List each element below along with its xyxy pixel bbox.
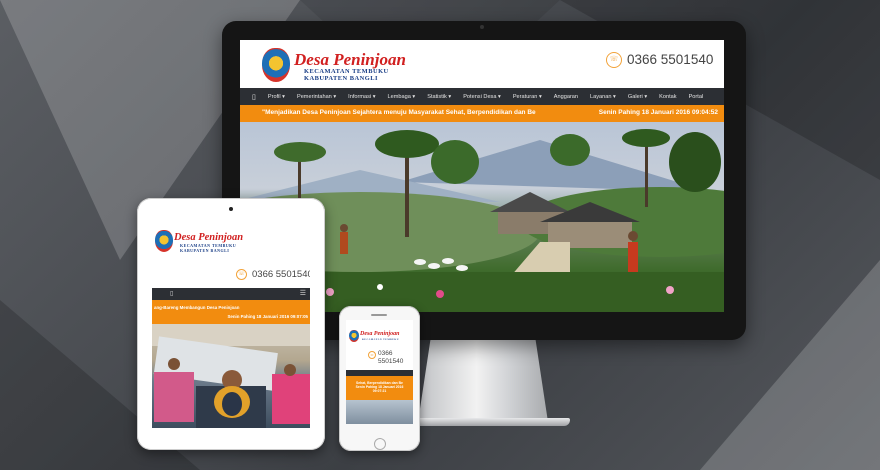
tablet-subtitle-regency: KABUPATEN BANGLI xyxy=(180,248,230,253)
nav-item-profil[interactable]: Profil ▾ xyxy=(262,94,291,100)
nav-item-pemerintahan[interactable]: Pemerintahan ▾ xyxy=(291,94,342,100)
phone-subtitle-district: KECAMATAN TEMBUKU xyxy=(362,338,399,341)
tablet-phone-number: 0366 5501540 xyxy=(252,269,310,281)
phone-emblem-icon[interactable] xyxy=(349,330,359,342)
phone-contact-icon: ☏ xyxy=(368,351,376,359)
tablet-nav-home-icon[interactable]: ▯ xyxy=(170,290,173,297)
tablet-emblem-icon[interactable] xyxy=(155,230,173,252)
tablet-site-title[interactable]: Desa Peninjoan xyxy=(174,232,243,243)
tablet-news-ticker: ang-Bareng Membangun Desa Peninjoan Seni… xyxy=(152,300,310,324)
tablet-camera xyxy=(229,207,233,211)
main-navigation: ▯ Profil ▾ Pemerintahan ▾ Informasi ▾ Le… xyxy=(240,88,724,105)
monitor-stand-base xyxy=(398,418,570,426)
site-subtitle-regency: KABUPATEN BANGLI xyxy=(304,75,378,82)
monitor-stand xyxy=(418,336,548,422)
nav-item-kontak[interactable]: Kontak xyxy=(653,94,682,100)
tablet-screen: Desa Peninjoan KECAMATAN TEMBUKU KABUPAT… xyxy=(152,220,310,428)
tablet-phone-icon: ☏ xyxy=(236,269,247,280)
phone-contact[interactable]: ☏ 0366 5501540 xyxy=(368,350,404,366)
village-emblem-icon[interactable] xyxy=(262,48,290,82)
header-phone[interactable]: ☏ 0366 5501540 xyxy=(606,52,714,69)
tablet-navigation: ▯ ☰ xyxy=(152,288,310,300)
tablet-ticker-datetime: Senin Pahing 18 Januari 2016 09:07:05 xyxy=(227,314,308,319)
nav-item-peraturan[interactable]: Peraturan ▾ xyxy=(507,94,548,100)
monitor-camera xyxy=(480,25,484,29)
nav-item-potensi-desa[interactable]: Potensi Desa ▾ xyxy=(457,94,507,100)
phone-site-title[interactable]: Desa Peninjoan xyxy=(360,331,400,337)
news-ticker: "Menjadikan Desa Peninjoan Sejahtera men… xyxy=(240,105,724,122)
nav-item-lembaga[interactable]: Lembaga ▾ xyxy=(382,94,422,100)
nav-item-portal[interactable]: Portal xyxy=(683,94,710,100)
phone-ticker-message[interactable]: Sehat, Berpendidikan dan Be xyxy=(346,376,413,385)
phone-contact-line1: 0366 xyxy=(378,350,393,357)
phone-speaker xyxy=(371,314,387,316)
nav-item-informasi[interactable]: Informasi ▾ xyxy=(342,94,381,100)
tablet-ticker-message[interactable]: ang-Bareng Membangun Desa Peninjoan xyxy=(154,305,239,310)
nav-home-icon[interactable]: ▯ xyxy=(246,93,262,101)
event-photo-image xyxy=(152,324,310,428)
tablet-event-photo xyxy=(152,324,310,428)
tablet-phone[interactable]: ☏ 0366 5501540 xyxy=(236,269,310,280)
phone-hero-image xyxy=(346,400,413,424)
tablet-menu-icon[interactable]: ☰ xyxy=(300,289,306,297)
phone-news-ticker: Sehat, Berpendidikan dan Be Senin Pahing… xyxy=(346,376,413,400)
nav-item-galeri[interactable]: Galeri ▾ xyxy=(622,94,653,100)
nav-item-layanan[interactable]: Layanan ▾ xyxy=(584,94,622,100)
site-title[interactable]: Desa Peninjoan xyxy=(294,50,406,70)
phone-home-button[interactable] xyxy=(374,438,386,450)
header-phone-number: 0366 5501540 xyxy=(627,52,714,67)
site-subtitle-district: KECAMATAN TEMBUKU xyxy=(304,68,389,75)
phone-icon: ☏ xyxy=(606,52,622,69)
site-header: Desa Peninjoan KECAMATAN TEMBUKU KABUPAT… xyxy=(240,40,724,88)
ticker-datetime: Senin Pahing 18 Januari 2016 09:04:52 xyxy=(598,109,718,116)
smartphone-screen: Desa Peninjoan KECAMATAN TEMBUKU ☏ 0366 … xyxy=(346,320,413,424)
phone-ticker-time: 09:07:21 xyxy=(372,389,387,394)
nav-item-anggaran[interactable]: Anggaran xyxy=(548,94,584,100)
phone-contact-line2: 5501540 xyxy=(378,358,404,365)
ticker-message[interactable]: "Menjadikan Desa Peninjoan Sejahtera men… xyxy=(262,109,558,116)
nav-item-statistik[interactable]: Statistik ▾ xyxy=(421,94,457,100)
